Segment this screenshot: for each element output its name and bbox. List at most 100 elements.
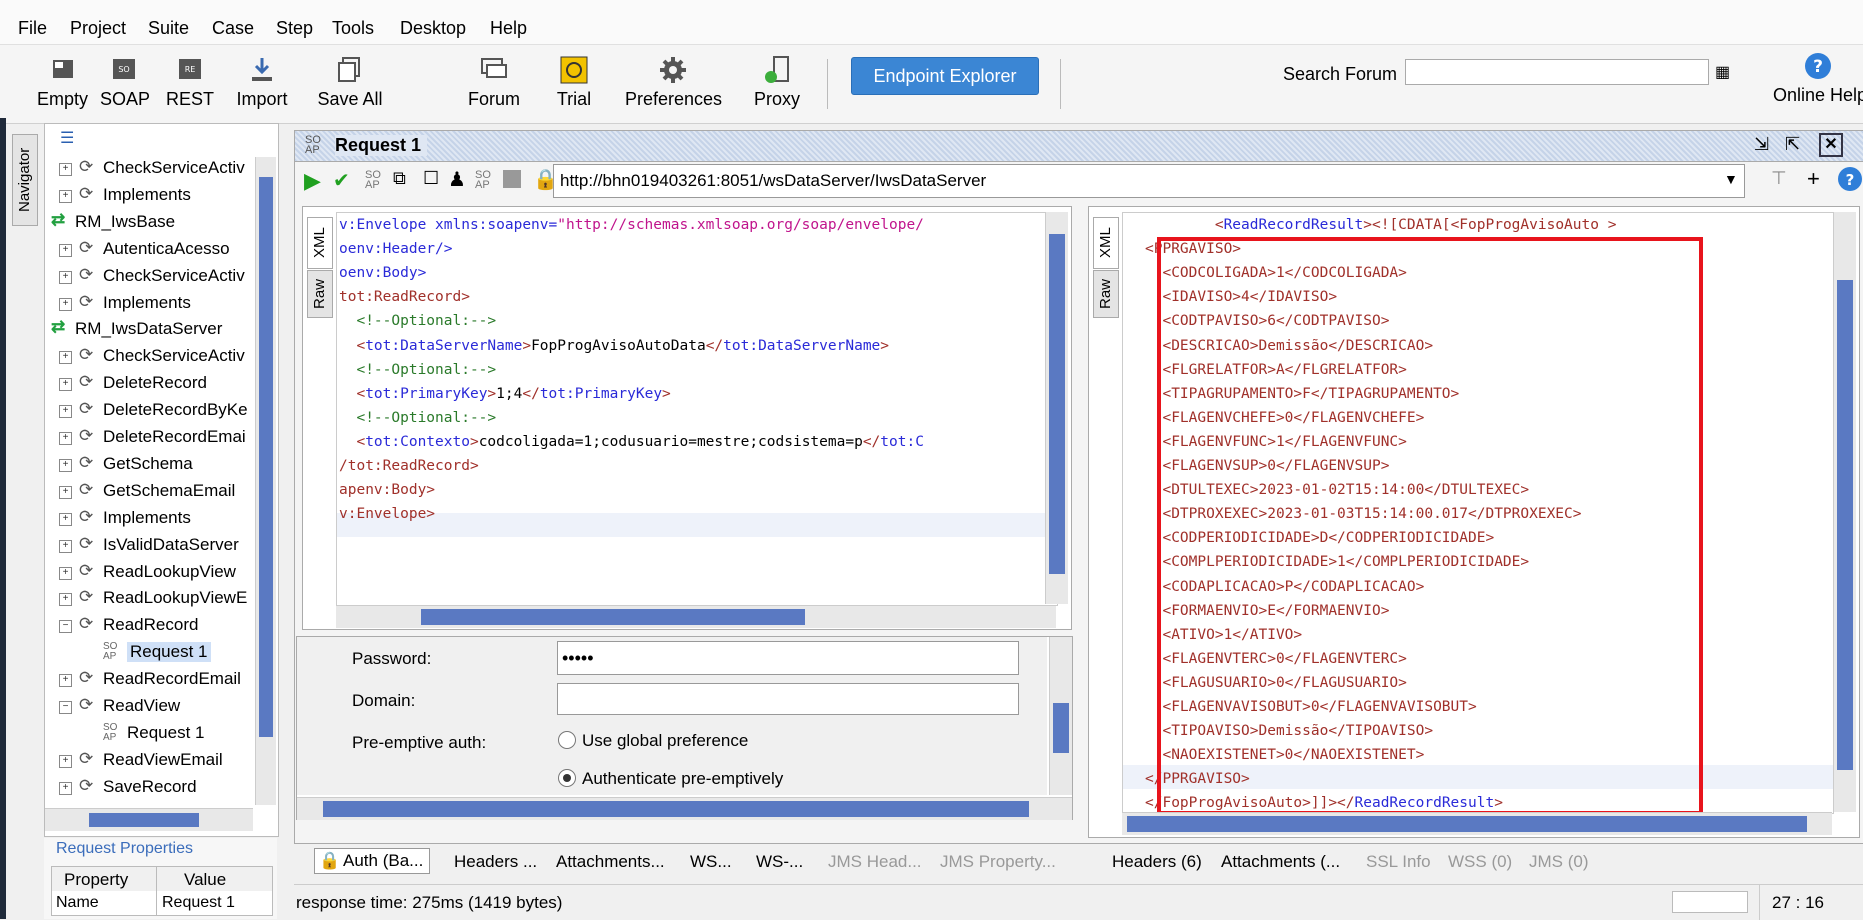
expand-icon[interactable]: + xyxy=(59,189,72,203)
radio-preemptive[interactable] xyxy=(558,769,576,787)
tree-item[interactable]: + ⟳ SaveRecord xyxy=(51,775,253,801)
binoculars-icon[interactable]: ▦ xyxy=(1715,62,1730,82)
tree-view-icon[interactable]: ☰ xyxy=(60,128,74,148)
tree-item[interactable]: ⇄ RM_IwsBase xyxy=(51,210,253,236)
endpoint-select[interactable]: http://bhn019403261:8051/wsDataServer/Iw… xyxy=(553,164,1745,198)
response-vscroll[interactable] xyxy=(1833,212,1856,812)
tab-4[interactable]: JMS (0) xyxy=(1529,852,1589,872)
menu-project[interactable]: Project xyxy=(70,18,126,39)
tree-item[interactable]: + ⟳ Implements xyxy=(51,183,253,209)
tree-item[interactable]: + ⟳ Implements xyxy=(51,291,253,317)
navigator-tab[interactable]: Navigator xyxy=(12,134,38,226)
chevron-down-icon[interactable]: ▼ xyxy=(1724,171,1738,187)
tab-raw[interactable]: Raw xyxy=(1093,270,1119,318)
create-copy-icon[interactable]: ⧉ xyxy=(393,168,406,189)
tree-item[interactable]: + ⟳ ReadLookupView xyxy=(51,560,253,586)
tab-3[interactable]: WSS (0) xyxy=(1448,852,1512,872)
tree-item[interactable]: SO AP Request 1 xyxy=(51,721,253,747)
navigator-hscroll[interactable] xyxy=(45,808,253,831)
auth-vscroll[interactable] xyxy=(1049,637,1072,795)
tab-3[interactable]: WS... xyxy=(690,852,732,872)
detach-icon[interactable]: ⇲ xyxy=(1754,134,1769,155)
expand-icon[interactable]: + xyxy=(59,378,72,392)
expand-icon[interactable]: + xyxy=(59,781,72,795)
domain-field[interactable] xyxy=(557,683,1019,715)
scroll-thumb[interactable] xyxy=(259,177,273,737)
tree-item[interactable]: SO AP Request 1 xyxy=(51,640,253,666)
tree-item[interactable]: − ⟳ ReadRecord xyxy=(51,613,253,639)
scroll-thumb[interactable] xyxy=(421,609,805,625)
expand-icon[interactable]: + xyxy=(59,754,72,768)
tree-item[interactable]: + ⟳ DeleteRecordByKe xyxy=(51,398,253,424)
col-property[interactable]: Property xyxy=(64,870,128,890)
tab-2[interactable]: Attachments... xyxy=(556,852,665,872)
float-icon[interactable]: ⇱ xyxy=(1785,134,1800,155)
tree-item[interactable]: ⇄ RM_IwsDataServer xyxy=(51,317,253,343)
stop-icon[interactable]: ☐ xyxy=(423,168,439,189)
request-hscroll[interactable] xyxy=(336,605,1056,628)
expand-icon[interactable]: + xyxy=(59,243,72,257)
tab-5[interactable]: JMS Head... xyxy=(828,852,922,872)
import-button[interactable]: Import xyxy=(232,45,292,123)
preferences-button[interactable]: Preferences xyxy=(625,45,722,123)
empty-button[interactable]: Empty xyxy=(35,45,90,123)
tree-item[interactable]: + ⟳ CheckServiceActiv xyxy=(51,264,253,290)
tree-item[interactable]: + ⟳ ReadRecordEmail xyxy=(51,667,253,693)
expand-icon[interactable]: − xyxy=(59,620,72,634)
expand-icon[interactable]: + xyxy=(59,539,72,553)
navigator-vscroll[interactable] xyxy=(255,157,276,805)
expand-icon[interactable]: + xyxy=(59,405,72,419)
menu-case[interactable]: Case xyxy=(212,18,254,39)
scroll-thumb[interactable] xyxy=(89,813,199,827)
add-icon[interactable]: + xyxy=(1807,166,1820,192)
tab-6[interactable]: JMS Property... xyxy=(940,852,1056,872)
menu-help[interactable]: Help xyxy=(490,18,527,39)
scroll-thumb[interactable] xyxy=(1053,703,1069,753)
expand-icon[interactable]: + xyxy=(59,485,72,499)
scroll-thumb[interactable] xyxy=(1127,816,1807,832)
scroll-thumb[interactable] xyxy=(323,801,1029,817)
tab-raw[interactable]: Raw xyxy=(307,270,333,318)
expand-icon[interactable]: + xyxy=(59,351,72,365)
close-icon[interactable]: ✕ xyxy=(1819,133,1843,157)
expand-icon[interactable]: + xyxy=(59,270,72,284)
tree-item[interactable]: + ⟳ ReadLookupViewE xyxy=(51,586,253,612)
tab-0[interactable]: 🔒 Auth (Ba... xyxy=(314,848,431,874)
expand-icon[interactable]: + xyxy=(59,297,72,311)
tab-xml[interactable]: XML xyxy=(307,217,333,269)
tree-item[interactable]: + ⟳ ReadViewEmail xyxy=(51,748,253,774)
forum-button[interactable]: Forum xyxy=(462,45,526,123)
tree-item[interactable]: + ⟳ CheckServiceActiv xyxy=(51,156,253,182)
tree-item[interactable]: + ⟳ IsValidDataServer xyxy=(51,533,253,559)
soap-button[interactable]: SO SOAP xyxy=(100,45,150,123)
tab-2[interactable]: SSL Info xyxy=(1366,852,1431,872)
run-icon[interactable]: ▶ xyxy=(304,168,321,194)
scroll-thumb[interactable] xyxy=(1837,280,1853,770)
menu-tools[interactable]: Tools xyxy=(332,18,374,39)
table-row[interactable]: Name Request 1 xyxy=(51,891,273,916)
menu-step[interactable]: Step xyxy=(276,18,313,39)
expand-icon[interactable]: + xyxy=(59,163,72,176)
tree-item[interactable]: + ⟳ DeleteRecord xyxy=(51,371,253,397)
expand-icon[interactable]: + xyxy=(59,593,72,607)
run-all-icon[interactable]: ✔ xyxy=(333,168,350,193)
rest-button[interactable]: RE REST xyxy=(166,45,214,123)
menu-suite[interactable]: Suite xyxy=(148,18,189,39)
request-xml-area[interactable]: v:Envelope xmlns:soapenv="http://schemas… xyxy=(336,212,1058,606)
menu-file[interactable]: File xyxy=(18,18,47,39)
tab-xml[interactable]: XML xyxy=(1093,217,1119,269)
save-all-button[interactable]: Save All xyxy=(305,45,395,123)
tab-1[interactable]: Attachments (... xyxy=(1221,852,1340,872)
tree-item[interactable]: + ⟳ GetSchemaEmail xyxy=(51,479,253,505)
password-field[interactable]: ••••• xyxy=(557,641,1019,675)
expand-icon[interactable]: + xyxy=(59,432,72,445)
wsdl-icon[interactable]: SO AP xyxy=(475,170,491,191)
col-value[interactable]: Value xyxy=(184,870,226,890)
help-icon[interactable]: ? xyxy=(1837,166,1863,192)
tree-item[interactable]: + ⟳ CheckServiceActiv xyxy=(51,344,253,370)
scroll-thumb[interactable] xyxy=(1049,234,1065,574)
tab-1[interactable]: Headers ... xyxy=(454,852,537,872)
tab-4[interactable]: WS-... xyxy=(756,852,803,872)
auth-hscroll[interactable] xyxy=(297,797,1072,820)
radio-preemptive-label[interactable]: Authenticate pre-emptively xyxy=(582,769,783,789)
